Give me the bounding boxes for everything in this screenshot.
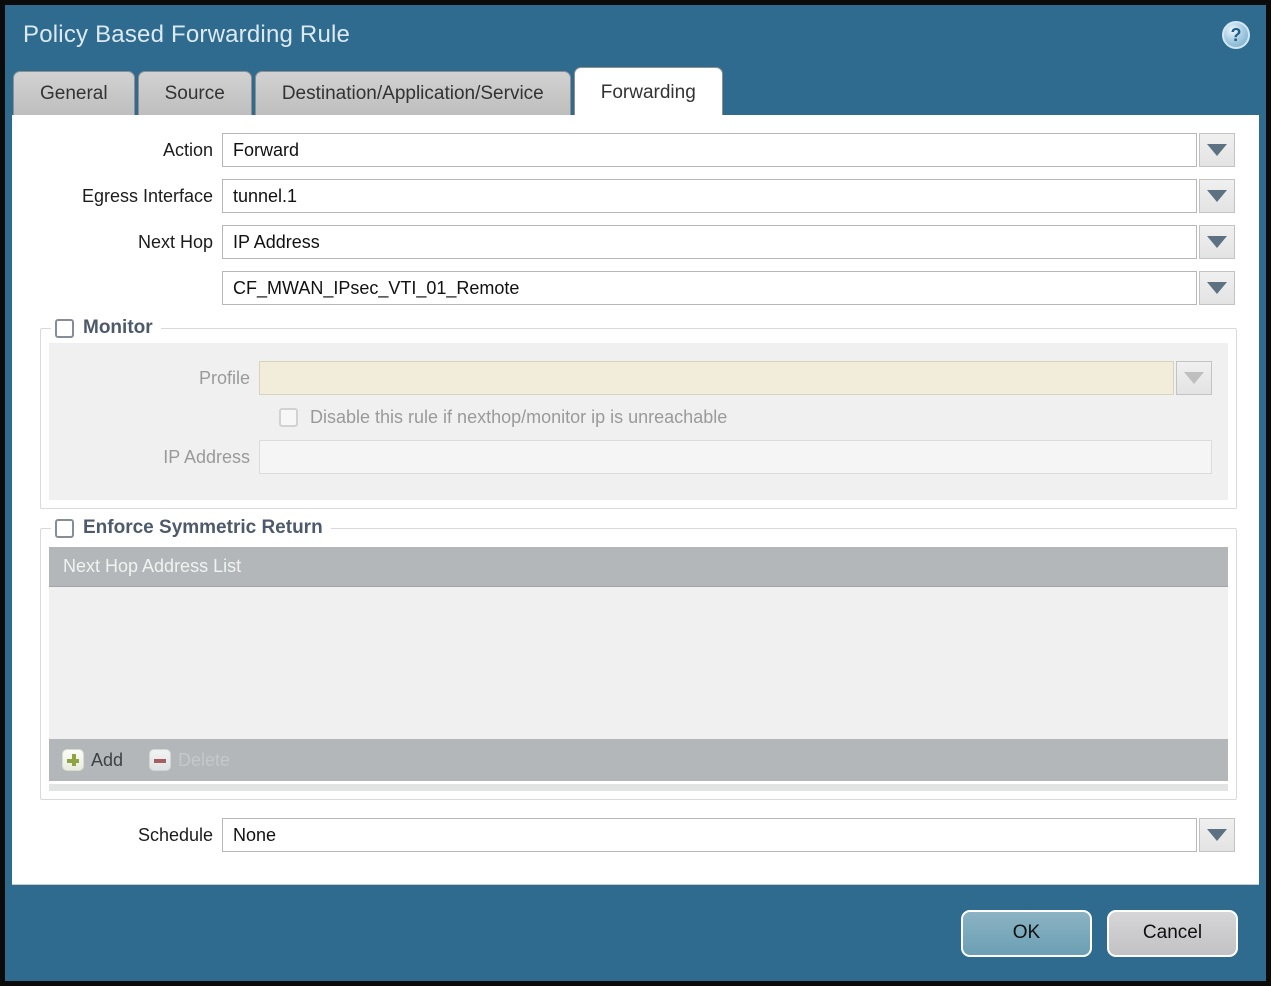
minus-icon <box>149 749 172 771</box>
delete-button-label: Delete <box>178 749 231 770</box>
add-button[interactable]: Add <box>62 749 123 771</box>
tab-strip: General Source Destination/Application/S… <box>5 65 1266 115</box>
symmetric-return-fieldset: Enforce Symmetric Return Next Hop Addres… <box>40 517 1237 800</box>
next-hop-address-list-table: Next Hop Address List Add Delete <box>49 547 1228 791</box>
schedule-row: Schedule None <box>12 818 1235 852</box>
action-dropdown-button[interactable] <box>1199 133 1235 167</box>
table-header-next-hop-address-list: Next Hop Address List <box>49 547 1228 587</box>
chevron-down-icon <box>1207 236 1227 248</box>
monitor-legend-label: Monitor <box>83 317 153 338</box>
schedule-dropdown-button[interactable] <box>1199 818 1235 852</box>
schedule-select[interactable]: None <box>222 818 1197 852</box>
dialog-footer: OK Cancel <box>5 885 1266 981</box>
chevron-down-icon <box>1184 372 1204 384</box>
action-select[interactable]: Forward <box>222 133 1197 167</box>
tab-forwarding[interactable]: Forwarding <box>573 67 723 115</box>
chevron-down-icon <box>1207 144 1227 156</box>
table-bottom-strip <box>49 784 1228 791</box>
egress-interface-label: Egress Interface <box>81 185 213 206</box>
action-row: Action Forward <box>12 133 1235 167</box>
monitor-profile-dropdown-button <box>1176 361 1212 395</box>
monitor-profile-label: Profile <box>198 367 250 388</box>
next-hop-dropdown-button[interactable] <box>1199 225 1235 259</box>
monitor-legend: Monitor <box>51 317 161 339</box>
tab-general[interactable]: General <box>13 71 135 115</box>
monitor-profile-select <box>259 361 1174 395</box>
dialog-title: Policy Based Forwarding Rule <box>23 21 351 48</box>
egress-interface-row: Egress Interface tunnel.1 <box>12 179 1235 213</box>
next-hop-row: Next Hop IP Address <box>12 225 1235 259</box>
chevron-down-icon <box>1207 190 1227 202</box>
egress-interface-dropdown-button[interactable] <box>1199 179 1235 213</box>
policy-based-forwarding-dialog: Policy Based Forwarding Rule ? General S… <box>0 0 1271 986</box>
symmetric-return-checkbox[interactable] <box>55 518 74 538</box>
symmetric-return-legend-label: Enforce Symmetric Return <box>83 517 323 538</box>
cancel-button[interactable]: Cancel <box>1107 909 1238 957</box>
table-toolbar: Add Delete <box>49 739 1228 781</box>
delete-button: Delete <box>149 749 230 771</box>
chevron-down-icon <box>1207 829 1227 841</box>
title-bar: Policy Based Forwarding Rule ? <box>5 5 1266 65</box>
action-label: Action <box>162 139 213 160</box>
symmetric-return-legend: Enforce Symmetric Return <box>51 517 331 539</box>
disable-rule-label: Disable this rule if nexthop/monitor ip … <box>310 407 728 427</box>
ok-button[interactable]: OK <box>961 909 1092 957</box>
chevron-down-icon <box>1207 282 1227 294</box>
monitor-profile-row: Profile <box>49 361 1212 395</box>
schedule-label: Schedule <box>137 824 213 845</box>
add-button-label: Add <box>91 749 124 770</box>
next-hop-address-dropdown-button[interactable] <box>1199 271 1235 305</box>
monitor-ip-address-label: IP Address <box>163 446 250 467</box>
disable-rule-checkbox <box>279 408 298 427</box>
tab-content-forwarding: Action Forward Egress Interface tunnel.1… <box>12 115 1259 885</box>
tab-destination-application-service[interactable]: Destination/Application/Service <box>254 71 571 115</box>
next-hop-type-select[interactable]: IP Address <box>222 225 1197 259</box>
table-body-empty[interactable] <box>49 587 1228 739</box>
next-hop-address-row: CF_MWAN_IPsec_VTI_01_Remote <box>12 271 1235 305</box>
monitor-fieldset: Monitor Profile Disable this rule if nex… <box>40 317 1237 509</box>
monitor-checkbox[interactable] <box>55 318 74 338</box>
monitor-ip-address-row: IP Address <box>49 440 1212 474</box>
help-icon[interactable]: ? <box>1222 21 1250 49</box>
next-hop-address-select[interactable]: CF_MWAN_IPsec_VTI_01_Remote <box>222 271 1197 305</box>
plus-icon <box>62 749 84 771</box>
monitor-panel: Profile Disable this rule if nexthop/mon… <box>49 343 1228 500</box>
monitor-ip-address-input <box>259 440 1212 474</box>
next-hop-label: Next Hop <box>137 231 213 252</box>
tab-source[interactable]: Source <box>137 71 252 115</box>
disable-rule-row: Disable this rule if nexthop/monitor ip … <box>279 407 1228 428</box>
egress-interface-select[interactable]: tunnel.1 <box>222 179 1197 213</box>
